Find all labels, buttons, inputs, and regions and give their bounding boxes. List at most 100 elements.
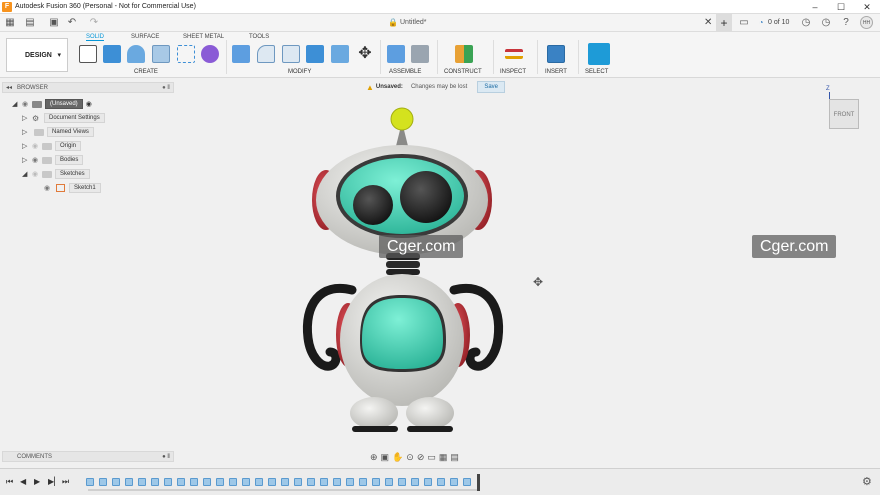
timeline-feature-icon[interactable] bbox=[164, 478, 172, 486]
form-icon[interactable] bbox=[201, 45, 219, 63]
group-construct[interactable]: CONSTRUCT bbox=[444, 69, 482, 75]
viewcube[interactable]: FRONT bbox=[829, 99, 859, 129]
play-icon[interactable]: ▶ bbox=[34, 477, 40, 486]
hidden-eye-icon[interactable]: ◉ bbox=[32, 142, 42, 150]
offset-plane-icon[interactable] bbox=[455, 45, 473, 63]
undo-icon[interactable]: ↶ bbox=[66, 16, 78, 30]
tab-surface[interactable]: SURFACE bbox=[131, 34, 159, 40]
timeline-feature-icon[interactable] bbox=[177, 478, 185, 486]
orbit-icon[interactable]: ⊕ bbox=[370, 452, 378, 463]
panel-options-icon[interactable]: ● ⦀ bbox=[162, 83, 170, 93]
timeline-feature-icon[interactable] bbox=[346, 478, 354, 486]
tree-node-sketches[interactable]: ◢ ◉ Sketches bbox=[22, 168, 90, 180]
timeline-feature-icon[interactable] bbox=[398, 478, 406, 486]
collapsed-arrow-icon[interactable]: ▷ bbox=[22, 114, 32, 122]
minimize-button[interactable]: – bbox=[802, 0, 828, 14]
go-to-start-icon[interactable]: ⏮ bbox=[6, 477, 13, 487]
comments-panel-header[interactable]: COMMENTS ● ⦀ bbox=[2, 451, 174, 462]
insert-image-icon[interactable] bbox=[547, 45, 565, 63]
timeline-feature-icon[interactable] bbox=[242, 478, 250, 486]
user-avatar[interactable]: HH bbox=[860, 16, 873, 29]
collapsed-arrow-icon[interactable]: ▷ bbox=[22, 142, 32, 150]
revolve-icon[interactable] bbox=[127, 45, 145, 63]
timeline-feature-icon[interactable] bbox=[99, 478, 107, 486]
create-sketch-icon[interactable] bbox=[79, 45, 97, 63]
sweep-icon[interactable] bbox=[152, 45, 170, 63]
grid-settings-icon[interactable]: ▦ bbox=[439, 452, 448, 463]
extensions-icon[interactable]: ◷ bbox=[800, 16, 812, 30]
move-icon[interactable]: ✥ bbox=[356, 45, 374, 63]
expanded-arrow-icon[interactable]: ◢ bbox=[12, 100, 22, 108]
collapse-panel-icon[interactable]: ◂◂ bbox=[6, 83, 12, 93]
help-icon[interactable]: ? bbox=[840, 16, 852, 30]
select-icon[interactable] bbox=[588, 43, 610, 65]
workspace-switcher[interactable]: DESIGN ▾ bbox=[6, 38, 68, 72]
timeline-feature-icon[interactable] bbox=[372, 478, 380, 486]
timeline-feature-icon[interactable] bbox=[268, 478, 276, 486]
tree-node-document-settings[interactable]: ▷ ⚙ Document Settings bbox=[22, 112, 105, 124]
timeline-feature-icon[interactable] bbox=[86, 478, 94, 486]
group-create[interactable]: CREATE bbox=[134, 69, 158, 75]
timeline-feature-icon[interactable] bbox=[125, 478, 133, 486]
maximize-button[interactable]: ☐ bbox=[828, 0, 854, 14]
tree-node-sketch1[interactable]: ◉ Sketch1 bbox=[44, 182, 101, 194]
group-select[interactable]: SELECT bbox=[585, 69, 608, 75]
timeline-feature-icon[interactable] bbox=[333, 478, 341, 486]
tab-solid[interactable]: SOLID bbox=[86, 34, 105, 41]
fillet-icon[interactable] bbox=[257, 45, 275, 63]
timeline-feature-icon[interactable] bbox=[411, 478, 419, 486]
tree-node-root[interactable]: ◢ ◉ (Unsaved) ◉ bbox=[12, 98, 92, 110]
group-modify[interactable]: MODIFY bbox=[288, 69, 311, 75]
collapsed-arrow-icon[interactable]: ▷ bbox=[22, 156, 32, 164]
save-button[interactable]: Save bbox=[477, 81, 505, 93]
timeline-feature-icon[interactable] bbox=[437, 478, 445, 486]
timeline-feature-icon[interactable] bbox=[255, 478, 263, 486]
visibility-eye-icon[interactable]: ◉ bbox=[22, 100, 32, 108]
job-status-label[interactable]: 0 of 10 bbox=[768, 14, 789, 32]
group-inspect[interactable]: INSPECT bbox=[500, 69, 526, 75]
expanded-arrow-icon[interactable]: ◢ bbox=[22, 170, 32, 178]
visibility-eye-icon[interactable]: ◉ bbox=[32, 156, 42, 164]
timeline-feature-icon[interactable] bbox=[229, 478, 237, 486]
pan-hand-icon[interactable]: ✋ bbox=[392, 452, 403, 463]
timeline-feature-icon[interactable] bbox=[359, 478, 367, 486]
new-tab-icon[interactable]: + bbox=[716, 14, 732, 32]
joint-icon[interactable] bbox=[411, 45, 429, 63]
tree-node-bodies[interactable]: ▷ ◉ Bodies bbox=[22, 154, 84, 166]
viewports-icon[interactable]: ▤ bbox=[450, 452, 459, 463]
tab-close-icon[interactable]: ✕ bbox=[704, 14, 712, 32]
timeline-feature-icon[interactable] bbox=[203, 478, 211, 486]
timeline-feature-icon[interactable] bbox=[216, 478, 224, 486]
tab-sheet-metal[interactable]: SHEET METAL bbox=[183, 34, 224, 40]
display-settings-icon[interactable]: ▭ bbox=[427, 452, 436, 463]
collapsed-arrow-icon[interactable]: ▷ bbox=[22, 128, 32, 136]
timeline-feature-icon[interactable] bbox=[424, 478, 432, 486]
grid-menu-icon[interactable]: ▦ bbox=[4, 16, 16, 30]
timeline-track[interactable] bbox=[88, 489, 480, 491]
close-button[interactable]: ✕ bbox=[854, 0, 880, 14]
step-forward-icon[interactable]: ▶▏ bbox=[48, 477, 60, 486]
timeline-feature-icon[interactable] bbox=[151, 478, 159, 486]
robot-model[interactable] bbox=[290, 100, 520, 445]
document-tab-title[interactable]: Untitled* bbox=[400, 14, 730, 32]
timeline-marker[interactable] bbox=[477, 474, 480, 491]
shell-icon[interactable] bbox=[331, 45, 349, 63]
panel-options-icon[interactable]: ● ⦀ bbox=[162, 452, 170, 462]
look-at-icon[interactable]: ▣ bbox=[381, 452, 390, 463]
combine-icon[interactable] bbox=[306, 45, 324, 63]
tree-node-origin[interactable]: ▷ ◉ Origin bbox=[22, 140, 82, 152]
step-back-icon[interactable]: ◀ bbox=[20, 477, 26, 486]
save-icon[interactable]: ▣ bbox=[48, 16, 60, 30]
visibility-eye-icon[interactable]: ◉ bbox=[44, 184, 54, 192]
go-to-end-icon[interactable]: ⏭ bbox=[62, 477, 69, 487]
file-menu-icon[interactable]: ▤ bbox=[24, 16, 36, 30]
tree-node-named-views[interactable]: ▷ Named Views bbox=[22, 126, 94, 138]
extrude-icon[interactable] bbox=[103, 45, 121, 63]
redo-icon[interactable]: ↷ bbox=[88, 16, 100, 30]
loft-icon[interactable] bbox=[177, 45, 195, 63]
timeline-feature-icon[interactable] bbox=[190, 478, 198, 486]
visibility-eye-icon[interactable]: ◉ bbox=[32, 170, 42, 178]
timeline-feature-icon[interactable] bbox=[320, 478, 328, 486]
tab-tools[interactable]: TOOLS bbox=[249, 34, 269, 40]
chamfer-icon[interactable] bbox=[282, 45, 300, 63]
